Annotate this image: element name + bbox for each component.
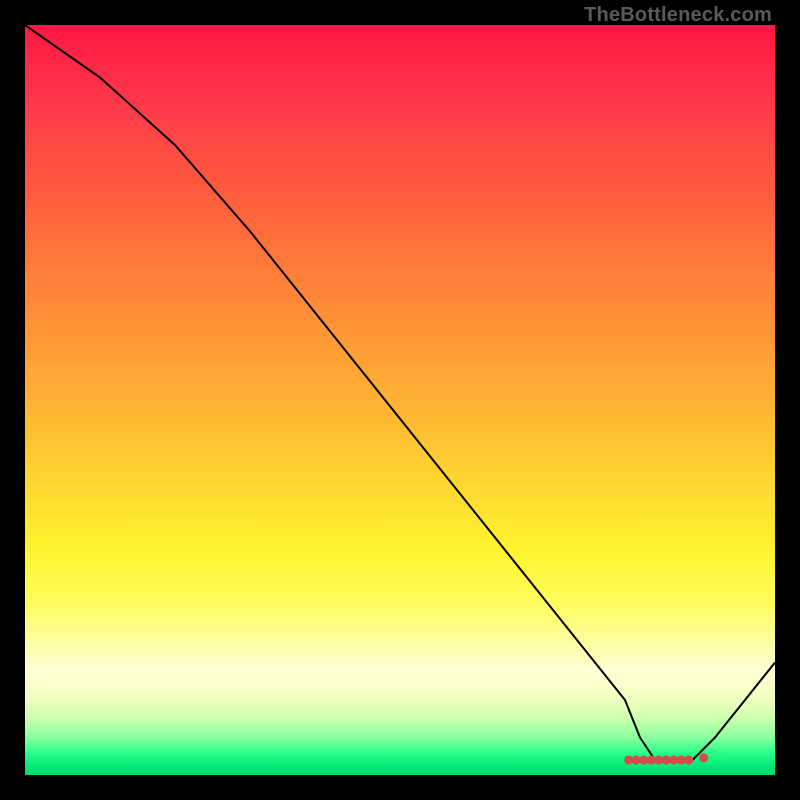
chart-container: TheBottleneck.com (0, 0, 800, 800)
markers (624, 753, 708, 764)
chart-svg (25, 25, 775, 775)
curve-line (25, 25, 775, 760)
plot-area (25, 25, 775, 775)
watermark: TheBottleneck.com (584, 4, 772, 27)
